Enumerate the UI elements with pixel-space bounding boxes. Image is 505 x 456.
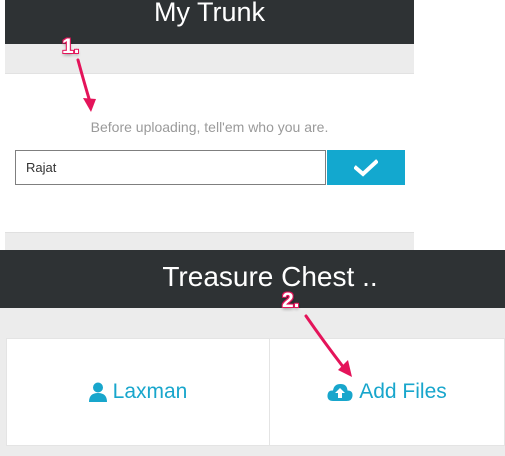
annotation-step-1: 1. xyxy=(62,35,80,58)
add-files-label: Add Files xyxy=(359,380,447,403)
chest-title: Treasure Chest .. xyxy=(162,261,378,292)
identify-hint: Before uploading, tell'em who you are. xyxy=(90,119,329,135)
submit-name-button[interactable] xyxy=(327,150,405,185)
name-input[interactable] xyxy=(15,150,326,185)
cloud-upload-icon xyxy=(327,384,353,401)
user-card[interactable]: Laxman xyxy=(6,338,270,446)
checkmark-icon xyxy=(354,158,378,177)
user-name: Laxman xyxy=(112,380,188,403)
add-files-button[interactable]: Add Files xyxy=(270,338,505,446)
trunk-title: My Trunk xyxy=(153,0,266,27)
annotation-step-2: 2. xyxy=(282,289,300,312)
user-icon xyxy=(88,382,107,402)
